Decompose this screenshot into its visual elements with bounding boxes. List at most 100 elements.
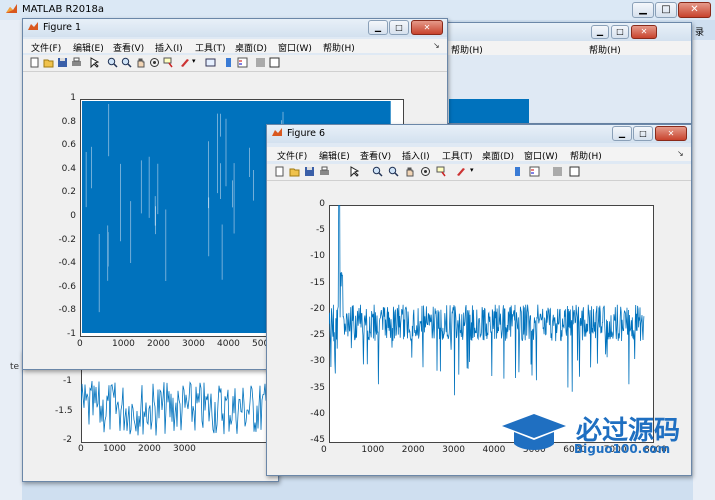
menu-dock-arrow-icon[interactable]: ↘: [677, 149, 684, 158]
zoom-in-icon[interactable]: [107, 57, 118, 68]
figure-1-maximize-button[interactable]: □: [389, 20, 409, 35]
save-icon[interactable]: [57, 57, 68, 68]
minimize-button[interactable]: ▁: [632, 2, 654, 18]
bg-minimize-button[interactable]: ▁: [591, 25, 609, 39]
figure-1-title-bar[interactable]: Figure 1 ▁ □ ✕: [23, 19, 447, 37]
matlab-figure-icon: [272, 128, 282, 136]
link-plot-icon[interactable]: [205, 57, 216, 68]
menu-help[interactable]: 帮助(H): [570, 149, 602, 162]
brush-icon[interactable]: [179, 57, 190, 68]
menu-dock-arrow-icon[interactable]: ↘: [433, 41, 440, 50]
y-tick: -0.8: [58, 305, 76, 316]
x-tick: 1000: [361, 445, 385, 455]
data-cursor-icon[interactable]: [163, 57, 174, 68]
menu-file[interactable]: 文件(F): [277, 149, 307, 162]
legend-icon[interactable]: [237, 57, 248, 68]
spectrum-line: [329, 205, 645, 396]
open-file-icon[interactable]: [289, 166, 300, 177]
new-figure-icon[interactable]: [29, 57, 40, 68]
x-tick: 3000: [182, 339, 205, 349]
menu-desktop[interactable]: 桌面(D): [482, 149, 514, 162]
menu-view[interactable]: 查看(V): [113, 41, 144, 54]
rotate-3d-icon[interactable]: [149, 57, 160, 68]
figure-6-close-button[interactable]: ✕: [655, 126, 687, 141]
y-tick: -5: [316, 225, 325, 236]
bg-menu-help[interactable]: 帮助(H): [451, 43, 483, 56]
menu-help[interactable]: 帮助(H): [323, 41, 355, 54]
figure-1-toolbar: ▾: [23, 55, 447, 72]
open-file-icon[interactable]: [43, 57, 54, 68]
y-tick: -25: [310, 330, 325, 341]
figure-6-toolbar: ▾: [267, 164, 691, 181]
maximize-button[interactable]: □: [655, 2, 677, 18]
menu-window[interactable]: 窗口(W): [278, 41, 312, 54]
matlab-logo-icon: [6, 4, 17, 13]
figure-6-minimize-button[interactable]: ▁: [612, 126, 632, 141]
x-tick: 4000: [217, 339, 240, 349]
colorbar-icon[interactable]: [512, 166, 523, 177]
data-cursor-icon[interactable]: [436, 166, 447, 177]
bg-close-button[interactable]: ✕: [631, 25, 657, 39]
legend-icon[interactable]: [529, 166, 540, 177]
show-plot-tools-icon[interactable]: [569, 166, 580, 177]
figure-1-close-button[interactable]: ✕: [411, 20, 443, 35]
menu-desktop[interactable]: 桌面(D): [235, 41, 267, 54]
bg-menu-help-2[interactable]: 帮助(H): [589, 43, 621, 56]
close-button[interactable]: ✕: [678, 2, 711, 18]
show-plot-tools-icon[interactable]: [269, 57, 280, 68]
select-arrow-icon[interactable]: [349, 166, 360, 177]
menu-view[interactable]: 查看(V): [360, 149, 391, 162]
menu-edit[interactable]: 编辑(E): [319, 149, 350, 162]
watermark-url: Biguo100.com: [574, 442, 671, 456]
matlab-figure-icon: [28, 22, 38, 30]
menu-file[interactable]: 文件(F): [31, 41, 61, 54]
figure-6-signal-plot: [329, 205, 645, 396]
x-tick: 1000: [112, 339, 135, 349]
figure-1-minimize-button[interactable]: ▁: [368, 20, 388, 35]
figure-6-maximize-button[interactable]: □: [633, 126, 653, 141]
zoom-out-icon[interactable]: [388, 166, 399, 177]
figure-6-title: Figure 6: [287, 128, 326, 139]
behind-y-tick: -1: [63, 376, 72, 386]
menu-window[interactable]: 窗口(W): [524, 149, 558, 162]
x-tick: 0: [77, 339, 83, 349]
colorbar-icon[interactable]: [223, 57, 234, 68]
menu-insert[interactable]: 插入(I): [402, 149, 430, 162]
login-label[interactable]: 录: [695, 25, 704, 38]
new-figure-icon[interactable]: [274, 166, 285, 177]
pan-hand-icon[interactable]: [404, 166, 415, 177]
bg-signal-fill: [449, 99, 529, 123]
figure-6-title-bar[interactable]: Figure 6 ▁ □ ✕: [267, 125, 691, 143]
zoom-out-icon[interactable]: [121, 57, 132, 68]
hide-plot-tools-icon[interactable]: [552, 166, 563, 177]
y-tick: -20: [310, 303, 325, 314]
zoom-in-icon[interactable]: [372, 166, 383, 177]
x-tick: 0: [321, 445, 327, 455]
menu-tools[interactable]: 工具(T): [442, 149, 473, 162]
behind-y-tick: -2: [63, 435, 72, 445]
bg-maximize-button[interactable]: □: [611, 25, 629, 39]
select-arrow-icon[interactable]: [89, 57, 100, 68]
menu-tools[interactable]: 工具(T): [195, 41, 226, 54]
brush-icon[interactable]: [455, 166, 466, 177]
y-tick: -1: [67, 329, 76, 339]
main-window-title: MATLAB R2018a: [22, 4, 105, 15]
background-figure-window-a[interactable]: ▁ □ ✕ 帮助(H) 帮助(H): [440, 22, 692, 124]
print-icon[interactable]: [319, 166, 330, 177]
x-tick: 2000: [401, 445, 425, 455]
behind-y-tick: -1.5: [55, 406, 73, 416]
graduation-cap-icon: [502, 414, 566, 450]
behind-x-tick: 0: [78, 444, 84, 454]
pan-hand-icon[interactable]: [135, 57, 146, 68]
menu-insert[interactable]: 插入(I): [155, 41, 183, 54]
menu-edit[interactable]: 编辑(E): [73, 41, 104, 54]
y-tick: -35: [310, 382, 325, 393]
print-icon[interactable]: [71, 57, 82, 68]
y-tick: 0.2: [61, 187, 76, 198]
brush-dropdown-icon[interactable]: ▾: [470, 166, 474, 174]
brush-dropdown-icon[interactable]: ▾: [192, 57, 196, 65]
rotate-3d-icon[interactable]: [420, 166, 431, 177]
y-tick: -10: [310, 251, 325, 262]
hide-plot-tools-icon[interactable]: [255, 57, 266, 68]
save-icon[interactable]: [304, 166, 315, 177]
